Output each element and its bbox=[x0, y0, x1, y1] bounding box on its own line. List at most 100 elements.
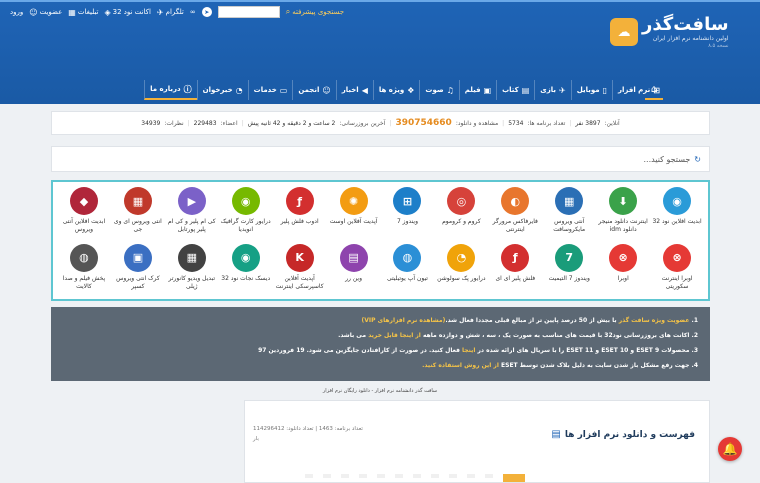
page-link[interactable] bbox=[323, 474, 331, 478]
page-link[interactable] bbox=[395, 474, 403, 478]
main-search-placeholder: جستجو کنید... bbox=[643, 154, 691, 164]
software-icon: ◉ bbox=[663, 187, 692, 215]
software-item[interactable]: 7 ویندوز 7 التیمیت bbox=[542, 241, 596, 298]
telegram-icon[interactable]: ➤ bbox=[201, 7, 212, 17]
software-list-panel: فهرست و دانلود نرم افزار ها ▤ تعداد برنا… bbox=[244, 400, 710, 483]
grid-icon: ▦ bbox=[68, 7, 76, 17]
nav-films[interactable]: ▣ فیلم bbox=[458, 80, 496, 100]
software-label: ادوب فلش پلیر bbox=[280, 218, 319, 225]
nav-audio[interactable]: ♫ صوت bbox=[419, 80, 458, 100]
page-link[interactable] bbox=[359, 474, 367, 478]
nav-forum[interactable]: ☺ انجمن bbox=[292, 80, 335, 100]
main-nav: ⊞ نرم افزار ▯ موبایل ✈ بازی ▤ کتاب ▣ فیلم ♫ صو… bbox=[95, 80, 665, 100]
popular-software-grid: ◉ ابدیت افلاین نود 32 ⬇ اینترنت دانلود منیج… bbox=[51, 180, 710, 301]
rss-icon: ◔ bbox=[235, 85, 243, 95]
nav-games[interactable]: ✈ بازی bbox=[534, 80, 570, 100]
software-item[interactable]: ▤ وین رر bbox=[327, 241, 381, 298]
announcement-link[interactable]: عضویت ویژه سافت گذر bbox=[619, 317, 690, 324]
software-item[interactable]: ◍ تیون آپ یوتیلیتی bbox=[381, 241, 435, 298]
page-link[interactable] bbox=[413, 474, 421, 478]
software-label: ابدیت افلاین نود 32 bbox=[652, 218, 702, 225]
bell-icon[interactable]: 🔔 bbox=[718, 437, 742, 461]
software-icon: ⬇ bbox=[609, 187, 638, 215]
site-logo[interactable]: سافت‌گذر اولین دانشنامه نرم افزار ایران … bbox=[610, 12, 750, 52]
software-item[interactable]: ◐ فایرفاکس مرورگر اینترنتی bbox=[488, 184, 542, 241]
nav-mobile[interactable]: ▯ موبایل bbox=[570, 80, 612, 100]
software-item[interactable]: ◍ پخش فیلم و صدا کالایت bbox=[57, 241, 111, 298]
nav-software[interactable]: ⊞ نرم افزار bbox=[611, 80, 665, 100]
software-item[interactable]: ◆ ابدیت افلاین آنتی ویروس bbox=[57, 184, 111, 241]
list-downloads-count: 114296412 bbox=[253, 426, 285, 432]
announcement-link[interactable]: از اینجا قابل خرید bbox=[368, 332, 421, 339]
page-link[interactable] bbox=[449, 474, 457, 478]
software-item[interactable]: ◉ دیسک نجات نود 32 bbox=[219, 241, 273, 298]
nod32-account-link[interactable]: ◈ اکانت نود 32 bbox=[104, 8, 150, 17]
software-item[interactable]: ▦ آنتی ویروس مایکروسافت bbox=[542, 184, 596, 241]
software-item[interactable]: ⊗ اوبرا اینترنت سکوریتی bbox=[650, 241, 704, 298]
advanced-search-link[interactable]: ⌕ جستجوی پیشرفته bbox=[286, 7, 344, 17]
software-item[interactable]: ✺ آپدیت آفلاین اوست bbox=[327, 184, 381, 241]
announcement-item: 3. محصولات ESET 9 و ESET 10 و ESET 11 را… bbox=[258, 347, 698, 354]
online-count: 3897 نفر bbox=[575, 119, 601, 127]
software-label: ابدیت افلاین آنتی ویروس bbox=[62, 218, 106, 233]
ads-link[interactable]: ▦ تبلیغات bbox=[68, 8, 98, 17]
announcement-link[interactable]: اینجا bbox=[462, 347, 475, 354]
page-link[interactable] bbox=[341, 474, 349, 478]
comments-count: 34939 bbox=[141, 119, 161, 127]
announcement-link[interactable]: از این روش استفاده کنید. bbox=[422, 362, 499, 369]
software-label: ویندوز 7 bbox=[396, 218, 418, 225]
nav-about[interactable]: ⓘ درباره ما bbox=[144, 80, 197, 100]
software-label: درایور کارت گرافیک انویدیا bbox=[220, 218, 271, 233]
software-item[interactable]: ⬇ اینترنت دانلود منیجر دانلود idm bbox=[596, 184, 650, 241]
software-item[interactable]: ⊗ اوبرا bbox=[596, 241, 650, 298]
announcements-panel: 1. عضویت ویژه سافت گذر با بیش از 50 درصد… bbox=[51, 307, 710, 381]
software-item[interactable]: ◔ درایور پک سولوشن bbox=[434, 241, 488, 298]
software-item[interactable]: ◎ کروم و کروموم bbox=[434, 184, 488, 241]
nav-news[interactable]: ◀ اخبار bbox=[335, 80, 373, 100]
logo-subtitle: اولین دانشنامه نرم افزار ایران bbox=[652, 35, 729, 42]
software-label: آنتی ویروس مایکروسافت bbox=[553, 218, 586, 233]
software-item[interactable]: ◉ ابدیت افلاین نود 32 bbox=[650, 184, 704, 241]
refresh-icon: ↻ bbox=[694, 154, 701, 164]
software-item[interactable]: K آپدیت آفلاین کاسپرسکی اینترنت bbox=[273, 241, 327, 298]
page-link[interactable] bbox=[305, 474, 313, 478]
announcement-link[interactable]: (مشاهده نرم افزارهای VIP) bbox=[362, 317, 446, 324]
software-label: آپدیت آفلاین کاسپرسکی اینترنت bbox=[275, 274, 324, 290]
nav-special[interactable]: ❖ ویژه ها bbox=[372, 80, 420, 100]
page-link-active[interactable] bbox=[503, 474, 525, 482]
star-icon: ❖ bbox=[407, 85, 415, 95]
software-icon: ƒ bbox=[501, 243, 530, 272]
software-icon: ▦ bbox=[177, 243, 206, 272]
page-link[interactable] bbox=[377, 474, 385, 478]
software-item[interactable]: ◉ درایور کارت گرافیک انویدیا bbox=[219, 184, 273, 241]
nav-rss[interactable]: ◔ خبرخوان bbox=[196, 80, 248, 100]
software-label: ویندوز 7 التیمیت bbox=[548, 274, 590, 282]
software-item[interactable]: ▣ کرک انتی ویروس کسپر bbox=[111, 241, 165, 298]
nav-services[interactable]: ▭ خدمات bbox=[247, 80, 293, 100]
header-search-input[interactable] bbox=[217, 6, 280, 18]
user-icon: ☺ bbox=[29, 7, 38, 17]
page-link[interactable] bbox=[485, 474, 493, 478]
info-icon: ⓘ bbox=[183, 84, 192, 94]
software-icon: ◐ bbox=[501, 187, 530, 215]
software-item[interactable]: ▦ انتی ویروس ای وی جی bbox=[111, 184, 165, 241]
software-label: اینترنت دانلود منیجر دانلود idm bbox=[598, 218, 648, 233]
signup-link[interactable]: ☺ عضویت bbox=[29, 8, 62, 17]
software-item[interactable]: ⊞ ویندوز 7 bbox=[381, 184, 435, 241]
software-item[interactable]: ▶ کی ام پلیر و کی ام پلیر پورتابل bbox=[165, 184, 219, 241]
nav-books[interactable]: ▤ کتاب bbox=[496, 80, 534, 100]
infinity-link[interactable]: ∞ bbox=[190, 8, 196, 16]
page-link[interactable] bbox=[431, 474, 439, 478]
software-icon: ◔ bbox=[447, 243, 476, 272]
page-link[interactable] bbox=[467, 474, 475, 478]
software-item[interactable]: ƒ فلش پلیر ای ای bbox=[488, 241, 542, 298]
briefcase-icon: ▭ bbox=[279, 85, 288, 95]
software-item[interactable]: ▦ تبدیل ویدیو کانورتر ژیلی bbox=[165, 241, 219, 298]
software-item[interactable]: ƒ ادوب فلش پلیر bbox=[273, 184, 327, 241]
main-search-bar[interactable]: ↻ جستجو کنید... bbox=[51, 146, 710, 172]
announcement-item: 4. جهت رفع مشکل باز شدن سایت به دلیل بلا… bbox=[422, 362, 698, 369]
login-link[interactable]: ورود bbox=[10, 8, 23, 16]
music-icon: ♫ bbox=[446, 85, 454, 95]
software-label: تیون آپ یوتیلیتی bbox=[386, 274, 428, 282]
telegram-link[interactable]: ✈ تلگرام bbox=[157, 8, 184, 17]
